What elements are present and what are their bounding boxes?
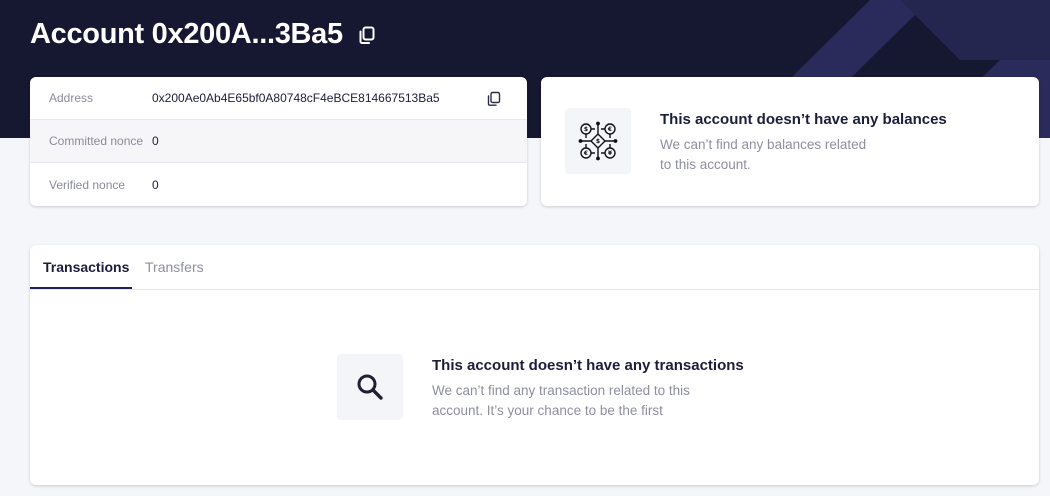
svg-text:€: € [607,126,612,133]
tab-transfers[interactable]: Transfers [145,259,204,275]
search-icon [357,374,383,400]
tab-transactions[interactable]: Transactions [43,259,129,275]
transactions-empty-text-line: We can’t find any transaction related to… [432,383,690,398]
transactions-empty-text: We can’t find any transaction related to… [432,381,690,420]
address-value: 0x200Ae0Ab4E65bf0A80748cF4eBCE814667513B… [152,91,440,105]
committed-nonce-row: Committed nonce 0 [30,120,527,163]
svg-text:€: € [583,150,588,157]
balances-icon-tile: $ € € ¥ $ [565,108,631,174]
transactions-icon-tile [337,354,403,420]
committed-nonce-label: Committed nonce [49,134,144,148]
copy-icon[interactable] [357,25,377,45]
page-title: Account 0x200A...3Ba5 [30,18,343,50]
balances-empty-text-line: to this account. [660,156,751,172]
committed-nonce-value: 0 [152,134,159,148]
balances-card: $ € € ¥ $ This account doesn’t have any … [541,77,1039,206]
svg-text:$: $ [584,126,588,133]
copy-icon[interactable] [484,89,504,109]
address-label: Address [49,91,94,105]
address-row: Address 0x200Ae0Ab4E65bf0A80748cF4eBCE81… [30,77,527,120]
svg-text:$: $ [596,138,600,145]
active-tab-indicator [30,287,132,289]
tab-bar: Transactions Transfers [30,245,1039,290]
verified-nonce-row: Verified nonce 0 [30,163,527,206]
balances-empty-title: This account doesn’t have any balances [660,111,947,128]
svg-text:¥: ¥ [608,150,613,157]
verified-nonce-label: Verified nonce [49,177,126,192]
balances-empty-text: We can’t find any balances related to th… [660,135,866,174]
transactions-empty-title: This account doesn’t have any transactio… [432,357,744,374]
transactions-card: Transactions Transfers This account does… [30,245,1039,485]
currency-network-icon: $ € € ¥ $ [578,121,618,161]
balances-empty-text-line: We can’t find any balances related [660,137,867,152]
verified-nonce-value: 0 [152,177,159,192]
account-info-card: Address 0x200Ae0Ab4E65bf0A80748cF4eBCE81… [30,77,527,206]
transactions-empty-text-line: account. It’s your chance to be the firs… [432,402,663,418]
